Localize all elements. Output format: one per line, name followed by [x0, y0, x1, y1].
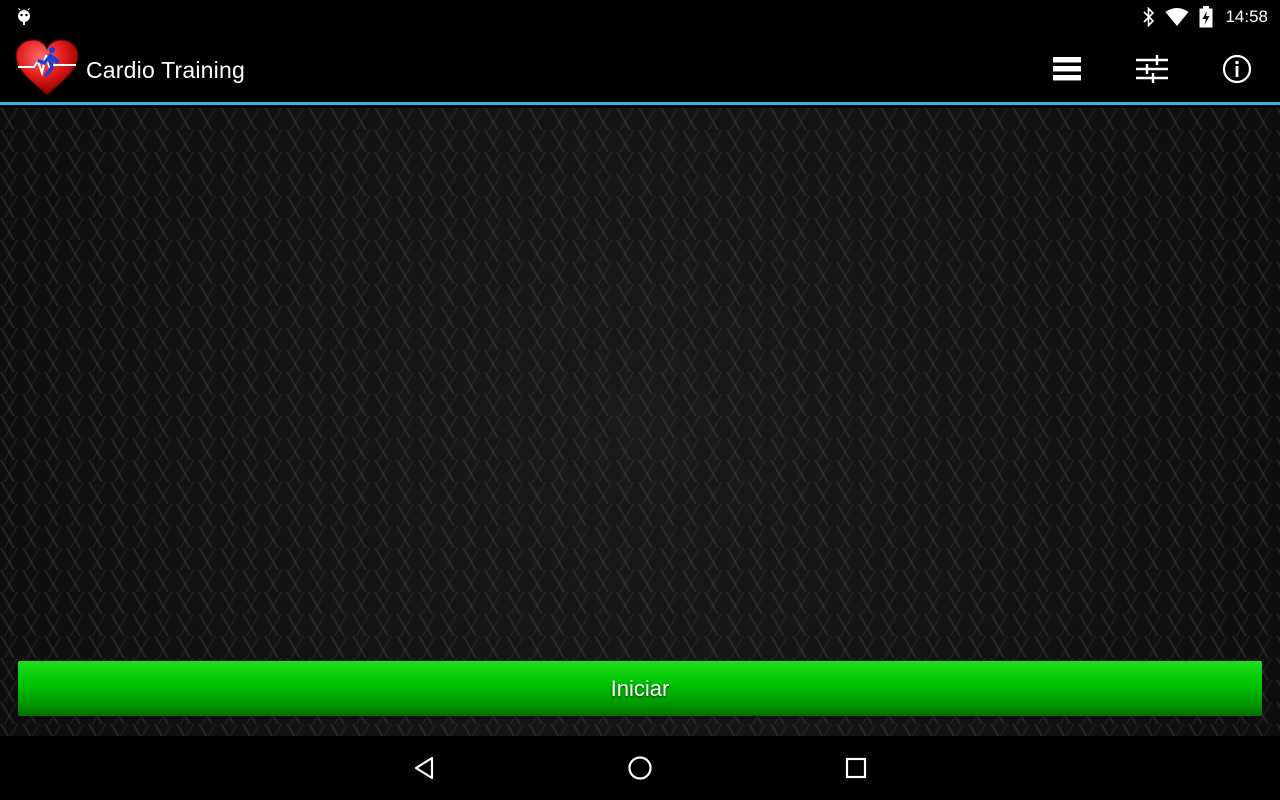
android-debug-icon — [16, 7, 32, 26]
start-button[interactable]: Iniciar — [18, 661, 1262, 716]
recents-icon[interactable] — [838, 750, 874, 786]
app-title: Cardio Training — [86, 57, 245, 83]
clock: 14:58 — [1225, 6, 1268, 26]
info-icon[interactable] — [1217, 49, 1257, 89]
sliders-icon[interactable] — [1132, 49, 1172, 89]
status-right: 14:58 — [1143, 5, 1268, 28]
wifi-icon — [1165, 7, 1189, 27]
list-icon[interactable] — [1047, 49, 1087, 89]
navigation-bar — [0, 736, 1280, 800]
status-left — [16, 7, 32, 26]
status-bar: 14:58 — [0, 0, 1280, 33]
heart-runner-logo — [14, 39, 80, 97]
app-bar: Cardio Training — [0, 33, 1280, 105]
home-icon[interactable] — [622, 750, 658, 786]
main-content: Iniciar — [0, 108, 1280, 736]
battery-charging-icon — [1199, 5, 1213, 28]
back-icon[interactable] — [406, 750, 442, 786]
bluetooth-icon — [1143, 6, 1155, 27]
